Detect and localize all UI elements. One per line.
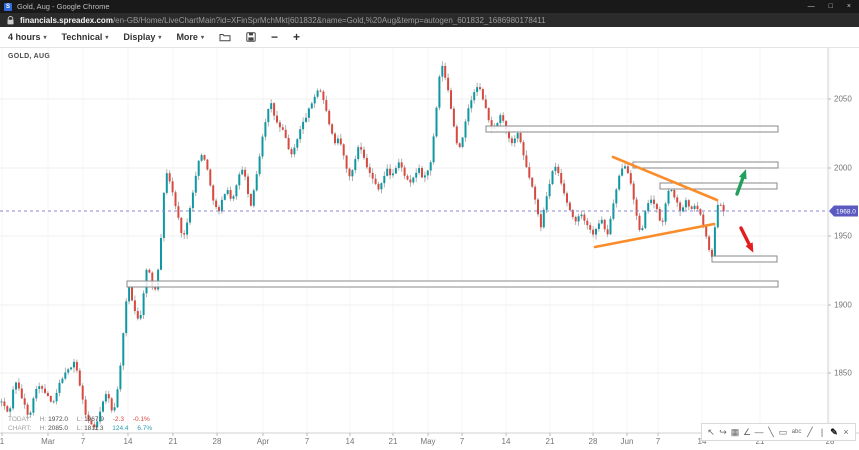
price-zone-rectangle[interactable] <box>127 281 778 287</box>
time-tick-label: 7 <box>656 437 661 446</box>
browser-window: S Gold, Aug - Google Chrome — □ × financ… <box>0 0 859 450</box>
last-price-tag-label: 1968.0 <box>836 208 856 215</box>
table-tool-icon[interactable]: ▦ <box>730 427 740 438</box>
candlesticks <box>1 61 725 430</box>
green-up-arrow-head <box>739 169 747 179</box>
time-tick-label: 21 <box>546 437 555 446</box>
time-tick-label: Mar <box>41 437 55 446</box>
time-tick-label: 14 <box>124 437 133 446</box>
time-tick-label: 7 <box>460 437 465 446</box>
horizontal-line-tool-icon[interactable]: — <box>754 427 764 437</box>
price-zone-rectangle[interactable] <box>486 126 778 132</box>
drawing-toolbar: ↖↪▦∠—╲▭abc╱|✎× <box>701 423 856 441</box>
time-tick-label: 1 <box>0 437 5 446</box>
time-tick-label: 28 <box>589 437 598 446</box>
rectangle-tool-icon[interactable]: ▭ <box>778 427 788 438</box>
text-tool-icon[interactable]: abc <box>790 429 803 435</box>
symbol-label: GOLD, AUG <box>8 53 50 60</box>
time-tick-label: 21 <box>169 437 178 446</box>
legend-row-today: TODAY: H: 1972.0 L: 1967.9 -2.3 -0.1% <box>8 415 152 424</box>
time-tick-label: 7 <box>305 437 310 446</box>
time-tick-label: 14 <box>502 437 511 446</box>
vertical-line-tool-icon[interactable]: | <box>817 427 827 437</box>
time-tick-label: 14 <box>346 437 355 446</box>
legend-row-chart: CHART: H: 2085.0 L: 1811.3 124.4 6.7% <box>8 424 152 433</box>
price-tick-label: 1900 <box>834 301 852 310</box>
angle-tool-icon[interactable]: ∠ <box>742 427 752 438</box>
price-tick-label: 2050 <box>834 95 852 104</box>
elbow-line-tool-icon[interactable]: ↪ <box>718 427 728 438</box>
time-tick-label: Jun <box>621 437 634 446</box>
time-tick-label: Apr <box>257 437 270 446</box>
ohlc-legend: TODAY: H: 1972.0 L: 1967.9 -2.3 -0.1% CH… <box>8 415 152 433</box>
trend-line-tool-icon[interactable]: ╲ <box>766 427 776 438</box>
price-zone-rectangle[interactable] <box>712 256 777 262</box>
time-tick-label: 28 <box>213 437 222 446</box>
price-tick-label: 1850 <box>834 369 852 378</box>
price-tick-label: 1950 <box>834 232 852 241</box>
pencil-tool-icon[interactable]: ✎ <box>829 427 839 438</box>
time-tick-label: May <box>420 437 435 446</box>
time-tick-label: 7 <box>81 437 86 446</box>
chart-canvas[interactable]: 2050 2000 1950 1900 1850 1 Mar 7 14 21 28 Apr 7 14 21 M… <box>0 0 859 450</box>
close-toolbar-icon[interactable]: × <box>841 427 851 437</box>
time-tick-label: 21 <box>389 437 398 446</box>
diagonal-line-tool-icon[interactable]: ╱ <box>805 427 815 438</box>
cursor-tool-icon[interactable]: ↖ <box>706 427 716 438</box>
price-zone-rectangle[interactable] <box>633 162 778 168</box>
price-tick-label: 2000 <box>834 164 852 173</box>
